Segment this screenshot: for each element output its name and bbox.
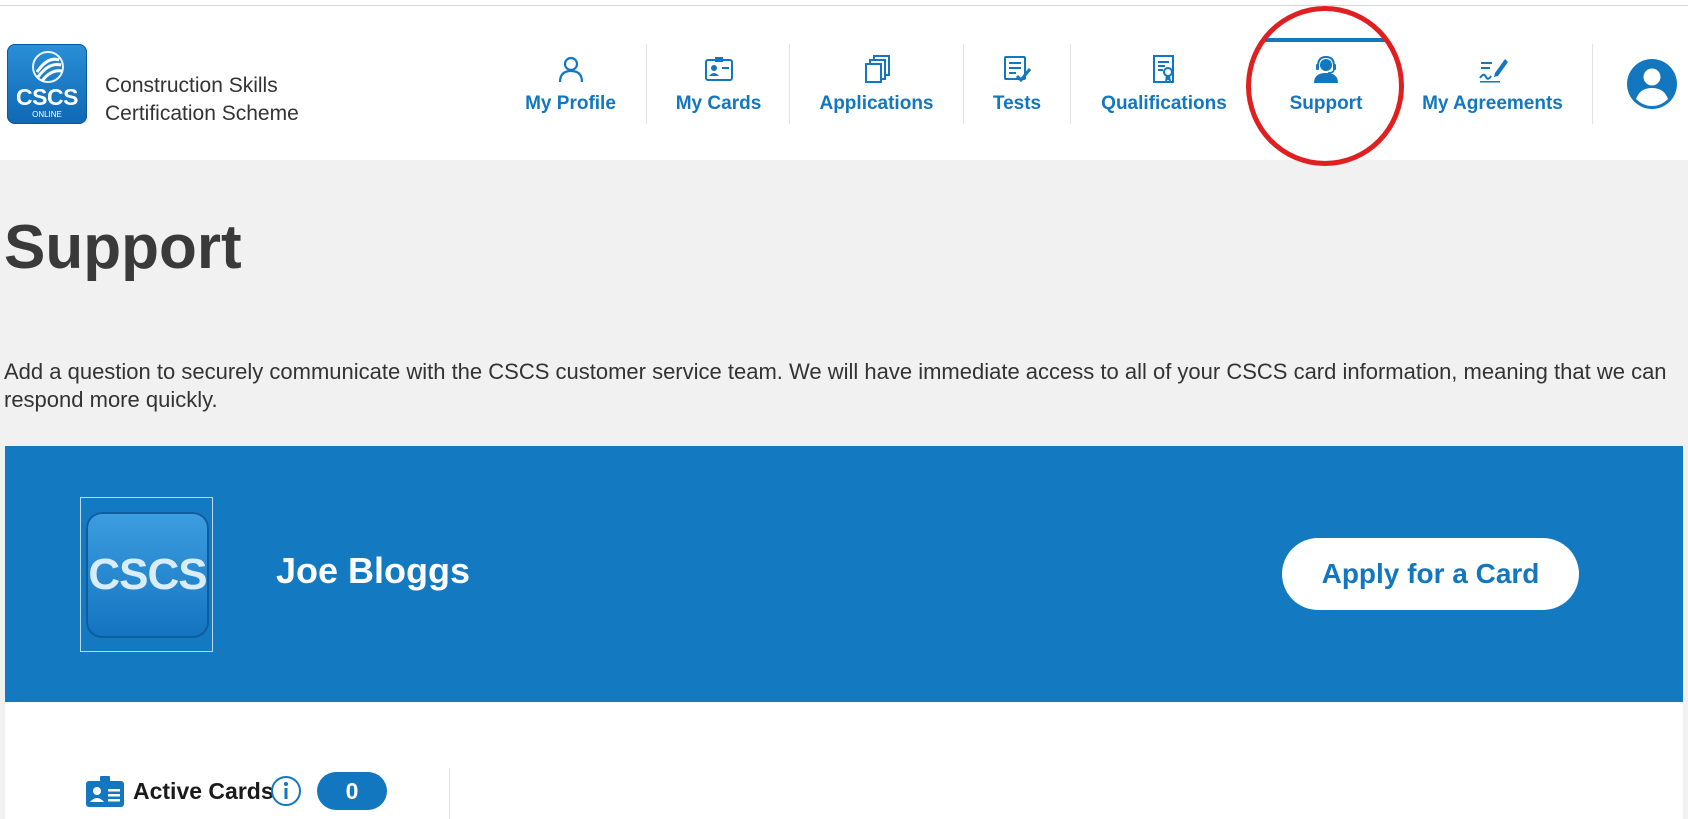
nav-label: My Agreements <box>1422 93 1563 114</box>
info-icon[interactable] <box>270 775 302 807</box>
nav-divider <box>1070 44 1071 124</box>
nav-item-support[interactable]: Support <box>1265 38 1387 124</box>
nav-label: My Profile <box>525 93 616 114</box>
nav-divider <box>963 44 964 124</box>
avatar: CSCS <box>86 512 209 638</box>
checklist-icon <box>1004 56 1032 83</box>
certificate-document-icon <box>1153 55 1174 83</box>
nav-item-my-profile[interactable]: My Profile <box>505 38 636 124</box>
stacked-documents-icon <box>864 55 890 83</box>
logo-text: CSCS <box>16 84 78 110</box>
logo-swirl-icon <box>32 51 64 83</box>
signature-pen-icon <box>1478 59 1508 83</box>
nav-label: Qualifications <box>1101 93 1227 114</box>
cards-summary-panel: Active Cards 0 <box>5 702 1683 819</box>
id-card-icon <box>704 57 733 81</box>
nav-label: Applications <box>819 93 934 114</box>
nav-label: Support <box>1289 93 1363 114</box>
nav-item-applications[interactable]: Applications <box>803 38 950 124</box>
nav-divider <box>646 44 647 124</box>
nav-item-my-agreements[interactable]: My Agreements <box>1410 38 1575 124</box>
user-account-icon[interactable] <box>1626 58 1678 110</box>
nav-label: Tests <box>992 93 1042 114</box>
active-cards-label: Active Cards <box>133 778 274 804</box>
brand-name: Construction Skills Certification Scheme <box>105 74 299 125</box>
avatar-frame: CSCS <box>80 497 213 652</box>
logo-subtext: ONLINE <box>32 110 62 119</box>
page-title: Support <box>4 213 242 282</box>
nav-item-qualifications[interactable]: Qualifications <box>1090 38 1238 124</box>
nav-item-tests[interactable]: Tests <box>977 38 1057 124</box>
nav-divider <box>789 44 790 124</box>
cscs-logo[interactable]: CSCS ONLINE <box>7 44 87 124</box>
profile-banner: CSCS Joe Bloggs Apply for a Card <box>5 446 1683 702</box>
panel-divider <box>449 768 450 819</box>
active-cards-count-badge: 0 <box>317 772 387 810</box>
page-intro: Add a question to securely communicate w… <box>4 359 1667 412</box>
id-card-icon <box>86 776 124 807</box>
person-outline-icon <box>558 56 583 83</box>
headset-agent-icon <box>1314 55 1338 83</box>
user-name: Joe Bloggs <box>276 550 471 591</box>
nav-label: My Cards <box>675 93 762 114</box>
nav-divider <box>1592 44 1593 124</box>
nav-item-my-cards[interactable]: My Cards <box>656 38 781 124</box>
apply-for-card-button[interactable]: Apply for a Card <box>1282 538 1579 610</box>
